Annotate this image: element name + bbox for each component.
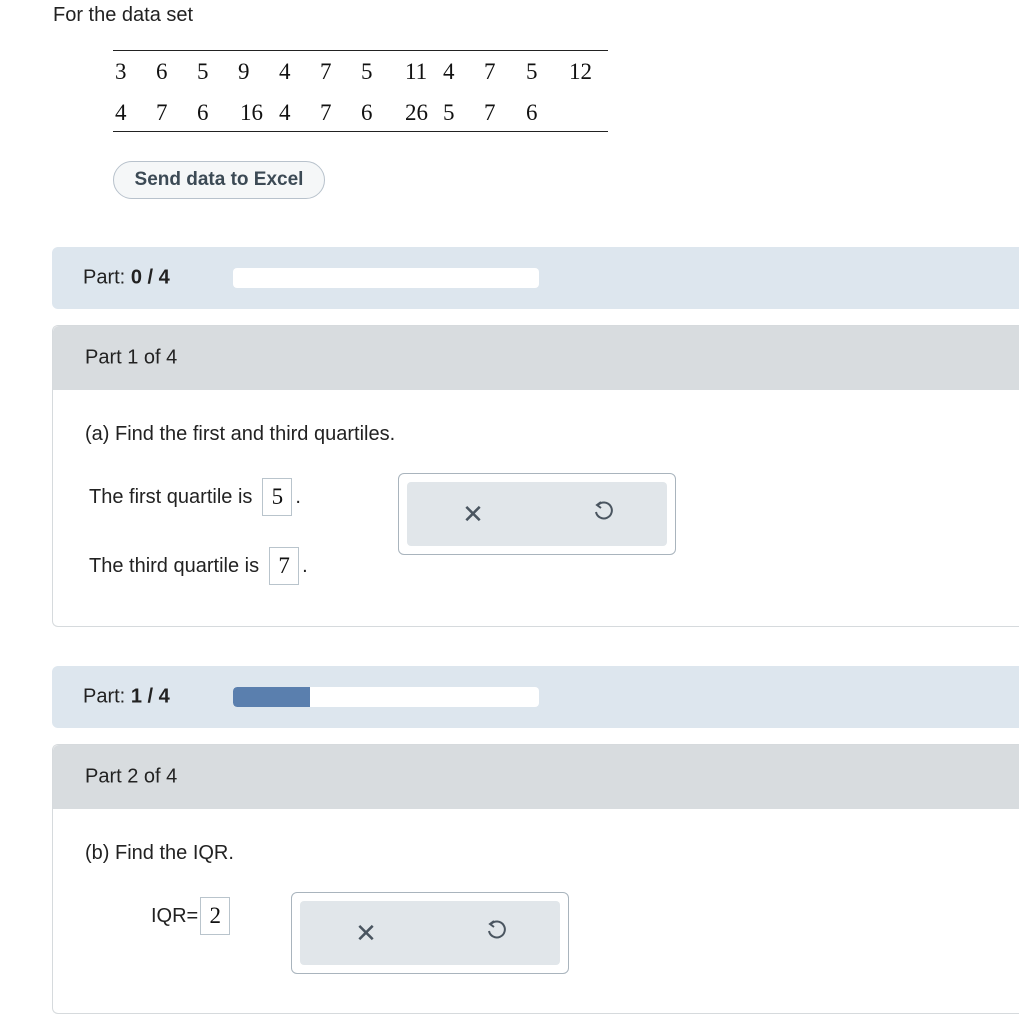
data-cell: 5	[197, 59, 209, 84]
undo-icon[interactable]	[592, 500, 614, 528]
iqr-line: IQR= 2	[151, 897, 231, 935]
send-to-excel-button[interactable]: Send data to Excel	[113, 161, 325, 199]
x-icon[interactable]: ✕	[462, 501, 484, 527]
data-cell: 7	[156, 100, 168, 125]
part-progress-bar: Part: 1 / 4	[52, 666, 1019, 728]
data-table: 3 6 5 9 4 7 5 11 4 7 5 12 4 7 6 16 4 7 6…	[113, 50, 608, 132]
data-cell: 9	[238, 59, 250, 84]
data-cell: 4	[115, 100, 127, 125]
data-cell: 4	[279, 100, 291, 125]
part-1-header: Part 1 of 4	[53, 326, 1019, 390]
progress-track	[233, 268, 539, 288]
third-quartile-input[interactable]: 7	[269, 547, 300, 585]
data-cell: 16	[240, 100, 263, 125]
part-progress-label: Part: 0 / 4	[83, 266, 170, 289]
part-2-card: Part 2 of 4 (b) Find the IQR. IQR= 2 ✕	[52, 744, 1019, 1014]
data-cell: 6	[156, 59, 168, 84]
part-progress-label: Part: 1 / 4	[83, 685, 170, 708]
progress-track	[233, 687, 539, 707]
undo-icon[interactable]	[485, 919, 507, 947]
data-cell: 7	[320, 100, 332, 125]
question-b: (b) Find the IQR.	[85, 842, 234, 864]
data-cell: 6	[361, 100, 373, 125]
answer-actions-panel: ✕	[398, 473, 676, 555]
data-cell: 12	[569, 59, 592, 84]
answer-actions: ✕	[300, 901, 560, 965]
undo-icon-glyph	[488, 920, 506, 939]
data-cell: 5	[526, 59, 538, 84]
data-cell: 4	[443, 59, 455, 84]
intro-text: For the data set	[53, 4, 194, 26]
third-quartile-line: The third quartile is 7 .	[89, 547, 308, 585]
part-2-header: Part 2 of 4	[53, 745, 1019, 809]
data-cell: 3	[115, 59, 127, 84]
question-a: (a) Find the first and third quartiles.	[85, 423, 396, 445]
first-quartile-input[interactable]: 5	[262, 478, 293, 516]
data-cell: 7	[320, 59, 332, 84]
first-quartile-line: The first quartile is 5 .	[89, 478, 301, 516]
part-progress-bar: Part: 0 / 4	[52, 247, 1019, 309]
data-cell: 4	[279, 59, 291, 84]
data-cell: 5	[443, 100, 455, 125]
data-cell: 6	[526, 100, 538, 125]
part-1-card: Part 1 of 4 (a) Find the first and third…	[52, 325, 1019, 627]
data-cell: 11	[405, 59, 428, 84]
data-cell: 7	[484, 100, 496, 125]
progress-fill	[233, 687, 310, 707]
answer-actions: ✕	[407, 482, 667, 546]
data-cell: 5	[361, 59, 373, 84]
data-cell: 6	[197, 100, 209, 125]
part-progress-value: 1 / 4	[130, 685, 170, 708]
answer-actions-panel: ✕	[291, 892, 569, 974]
iqr-input[interactable]: 2	[200, 897, 231, 935]
part-progress-value: 0 / 4	[130, 266, 170, 289]
x-icon[interactable]: ✕	[355, 920, 377, 946]
undo-icon-glyph	[595, 501, 613, 520]
data-cell: 26	[405, 100, 428, 125]
data-cell: 7	[484, 59, 496, 84]
